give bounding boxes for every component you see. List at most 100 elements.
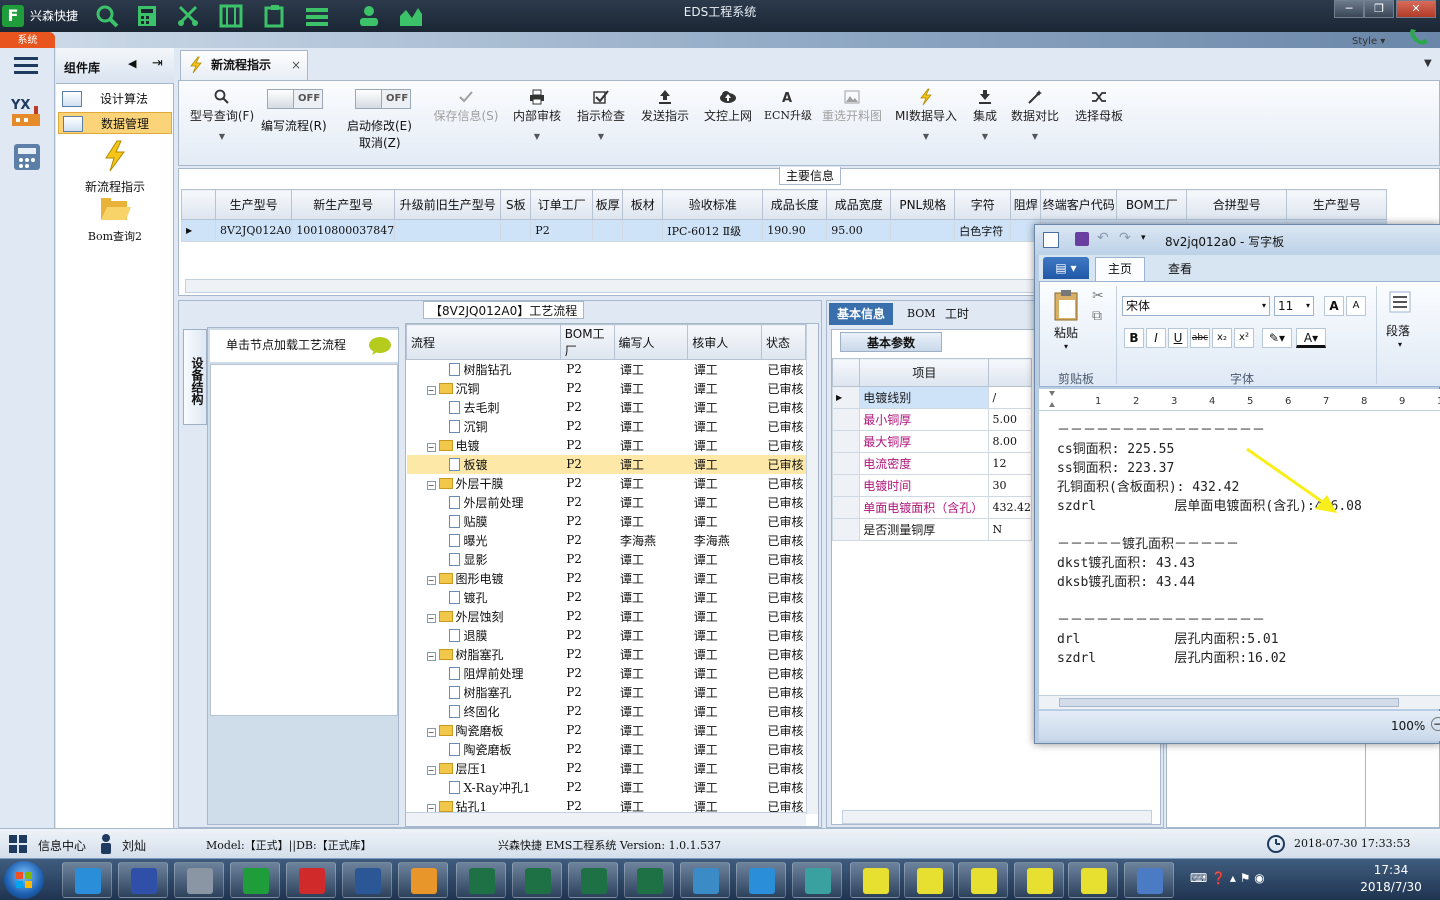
tree-row[interactable]: 树脂钻孔 P2 谭工 谭工 已审核 [407, 360, 806, 379]
doc-control-online-button[interactable]: 文控上网 [699, 87, 757, 124]
tree-row[interactable]: 陶瓷磨板 P2 谭工 谭工 已审核 [407, 740, 806, 759]
col-status[interactable]: 状态 [760, 324, 807, 360]
expand-toggle-icon[interactable]: − [426, 613, 436, 623]
horizontal-scrollbar[interactable] [1039, 695, 1440, 709]
tree-row[interactable]: X-Ray冲孔1 P2 谭工 谭工 已审核 [407, 778, 806, 797]
tree-row[interactable]: − 层压1 P2 谭工 谭工 已审核 [407, 759, 806, 778]
tab-view[interactable]: 查看 [1155, 259, 1205, 279]
taskbar-app-button[interactable] [1014, 862, 1064, 898]
zoom-out-icon[interactable]: − [1431, 717, 1440, 731]
tree-row[interactable]: 曝光 P2 李海燕 李海燕 已审核 [407, 531, 806, 550]
col-writer[interactable]: 编写人 [613, 324, 689, 360]
col-checker[interactable]: 核审人 [687, 324, 762, 360]
taskbar-app-button[interactable] [342, 862, 392, 898]
italic-icon[interactable]: I [1146, 328, 1166, 348]
col-header[interactable]: 合拼型号 [1186, 189, 1288, 220]
close-button[interactable]: ✕ [1396, 0, 1436, 18]
taskbar-app-button[interactable] [568, 862, 618, 898]
table-cell[interactable] [394, 219, 502, 242]
param-value[interactable]: 5.00 [988, 408, 1032, 431]
horizontal-scrollbar[interactable] [406, 812, 806, 826]
send-indicator-button[interactable]: 发送指示 [637, 87, 693, 124]
copy-icon[interactable]: ⧉ [1092, 308, 1102, 324]
expand-toggle-icon[interactable]: − [426, 727, 436, 737]
col-header[interactable]: S板 [500, 189, 532, 220]
integrate-button[interactable]: 集成 ▼ [967, 87, 1003, 141]
tree-row[interactable]: 沉铜 P2 谭工 谭工 已审核 [407, 417, 806, 436]
collapse-arrow-icon[interactable]: ◀ [128, 57, 136, 70]
tab-new-process[interactable]: 新流程指示 × [180, 50, 308, 80]
cut-icon[interactable]: ✂ [1092, 288, 1104, 304]
expand-toggle-icon[interactable]: − [426, 480, 436, 490]
col-header[interactable]: 验收标准 [662, 189, 764, 220]
phone-icon[interactable] [1406, 26, 1432, 46]
save-icon[interactable] [1075, 232, 1089, 246]
select-mother-board-button[interactable]: 选择母板 [1071, 87, 1127, 124]
param-value[interactable]: 30 [988, 474, 1032, 497]
save-info-button[interactable]: 保存信息(S) [429, 87, 503, 124]
col-process[interactable]: 流程 [406, 324, 561, 360]
tab-basic-params[interactable]: 基本参数 [840, 332, 943, 352]
restore-button[interactable]: ❐ [1364, 0, 1394, 18]
col-header[interactable]: 订单工厂 [530, 189, 594, 220]
param-value[interactable]: N [988, 518, 1032, 541]
taskbar-app-button[interactable] [62, 862, 112, 898]
col-header[interactable]: 板厚 [592, 189, 624, 220]
col-header[interactable]: 阻焊 [1010, 189, 1042, 220]
col-header[interactable]: 升级前旧生产型号 [394, 189, 502, 220]
start-button[interactable] [4, 861, 44, 899]
tab-home[interactable]: 主页 [1095, 257, 1145, 281]
tree-row[interactable]: 终固化 P2 谭工 谭工 已审核 [407, 702, 806, 721]
taskbar-app-button[interactable] [850, 862, 900, 898]
table-cell[interactable]: 10010800037847 [291, 219, 396, 242]
data-compare-button[interactable]: 数据对比 ▼ [1009, 87, 1061, 141]
reselect-layout-button[interactable]: 重选开料图 [819, 87, 885, 124]
taskbar-app-button[interactable] [624, 862, 674, 898]
ecn-upgrade-button[interactable]: A ECN升级 [763, 87, 813, 123]
sidebar-item-data-management[interactable]: 数据管理 [58, 112, 172, 134]
expand-toggle-icon[interactable]: − [426, 442, 436, 452]
cancel-button[interactable]: 取消(Z) [359, 134, 401, 151]
param-row[interactable]: 电流密度 12 [831, 452, 1032, 475]
tree-row[interactable]: − 陶瓷磨板 P2 谭工 谭工 已审核 [407, 721, 806, 740]
close-tab-icon[interactable]: × [291, 51, 301, 79]
param-value[interactable]: / [988, 386, 1032, 409]
system-tab[interactable]: 系统 [0, 32, 55, 49]
tree-row[interactable]: 贴膜 P2 谭工 谭工 已审核 [407, 512, 806, 531]
tree-row[interactable]: − 树脂塞孔 P2 谭工 谭工 已审核 [407, 645, 806, 664]
taskbar-app-button[interactable] [512, 862, 562, 898]
col-header[interactable]: 生产型号 [214, 189, 293, 220]
param-value[interactable]: 8.00 [988, 430, 1032, 453]
tab-work-hours[interactable]: 工时 [937, 303, 977, 325]
subscript-icon[interactable]: x₂ [1212, 328, 1232, 348]
expand-toggle-icon[interactable]: − [426, 385, 436, 395]
internal-review-button[interactable]: 内部审核 ▼ [509, 87, 565, 141]
param-row[interactable]: 最大铜厚 8.00 [831, 430, 1032, 453]
tab-list-dropdown-icon[interactable]: ▼ [1424, 58, 1432, 69]
indicator-check-button[interactable]: 指示检查 ▼ [573, 87, 629, 141]
info-center-button[interactable]: 信息中心 [38, 837, 86, 854]
tree-row[interactable]: 退膜 P2 谭工 谭工 已审核 [407, 626, 806, 645]
model-query-button[interactable]: 型号查询(F) ▼ [185, 87, 259, 141]
table-cell[interactable] [592, 219, 624, 242]
tree-row[interactable]: 板镀 P2 谭工 谭工 已审核 [406, 454, 806, 474]
tree-row[interactable]: 去毛刺 P2 谭工 谭工 已审核 [407, 398, 806, 417]
taskbar-app-button[interactable] [680, 862, 730, 898]
col-header[interactable]: 生产型号 [1286, 189, 1388, 220]
col-bom-factory[interactable]: BOM工厂 [559, 324, 615, 360]
taskbar-app-button[interactable] [736, 862, 786, 898]
col-header[interactable]: 字符 [954, 189, 1012, 220]
bom-query-item[interactable]: Bom查询2 [56, 196, 174, 244]
paragraph-icon[interactable] [1388, 290, 1412, 314]
table-cell[interactable] [890, 219, 956, 242]
horizontal-scrollbar[interactable] [842, 810, 1152, 824]
grow-font-icon[interactable]: A [1324, 296, 1344, 316]
taskbar-app-button[interactable] [904, 862, 954, 898]
font-color-icon[interactable]: A▾ [1296, 328, 1326, 348]
table-cell[interactable]: 190.90 [762, 219, 828, 242]
shrink-font-icon[interactable]: A [1346, 296, 1366, 316]
factory-icon[interactable]: YX [10, 96, 42, 128]
table-cell[interactable]: 8V2JQ012A0 [214, 219, 293, 242]
underline-icon[interactable]: U [1168, 328, 1188, 348]
font-name-select[interactable]: 宋体 ▾ [1122, 296, 1270, 316]
